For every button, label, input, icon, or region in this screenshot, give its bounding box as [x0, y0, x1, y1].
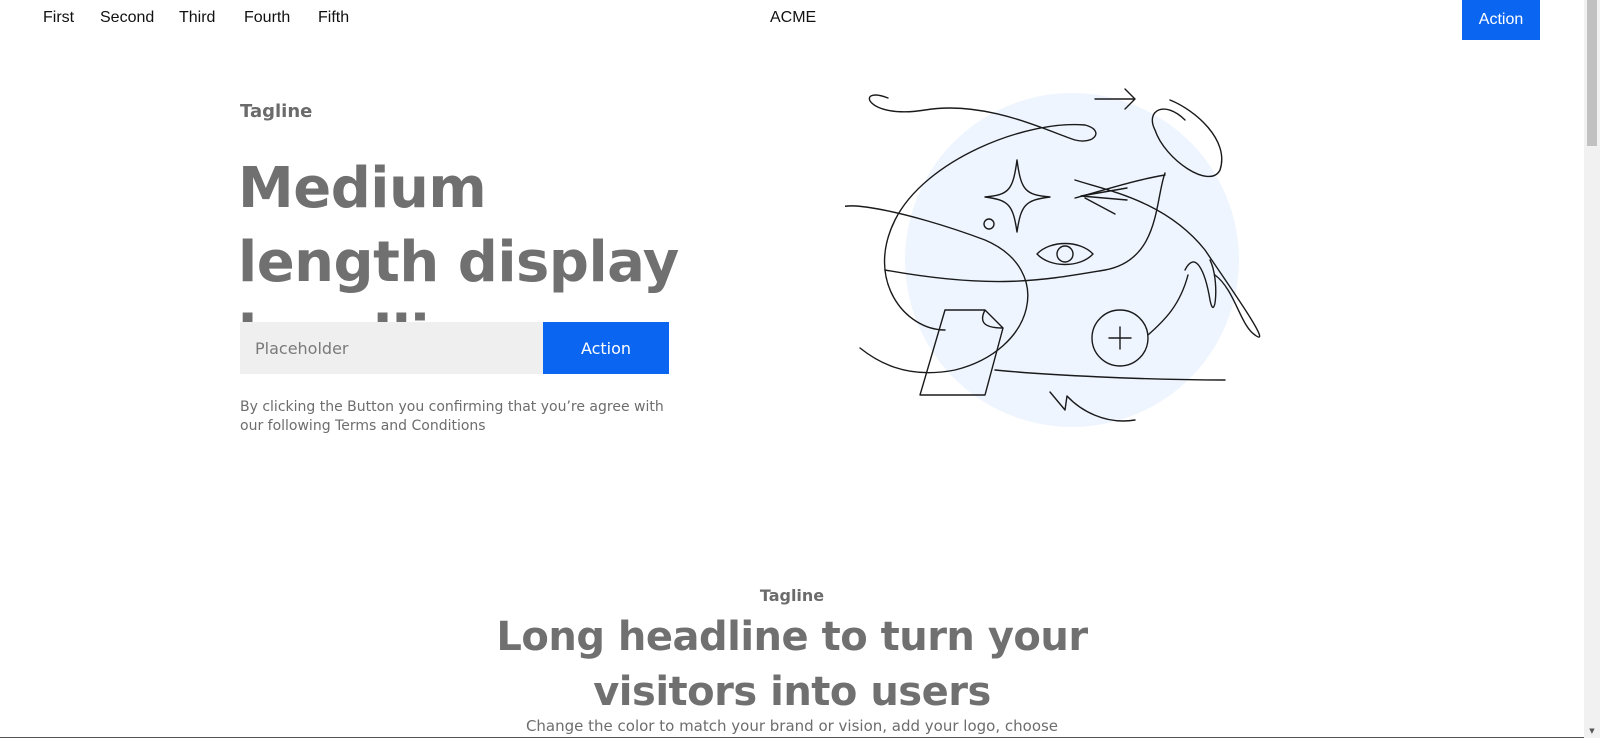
hero-tagline: Tagline — [240, 101, 313, 122]
section-body-text: Change the color to match your brand or … — [525, 717, 1059, 735]
section-headline: Long headline to turn your visitors into… — [496, 614, 1088, 715]
illustration-background-circle — [905, 93, 1239, 427]
section-tagline: Tagline — [759, 586, 825, 605]
hero-illustration — [845, 88, 1261, 427]
signup-form: Action — [240, 322, 670, 374]
scroll-thumb[interactable] — [1587, 0, 1597, 146]
nav-action-button[interactable]: Action — [1462, 0, 1540, 40]
top-nav: First Second Third Fourth Fifth ACME Act… — [0, 0, 1584, 40]
page-scrollbar[interactable]: ▲ ▼ — [1584, 0, 1600, 738]
brand-logo[interactable]: ACME — [770, 9, 816, 27]
page: First Second Third Fourth Fifth ACME Act… — [0, 0, 1584, 738]
nav-link-fourth[interactable]: Fourth — [244, 9, 290, 27]
signup-input[interactable] — [240, 322, 543, 374]
nav-link-first[interactable]: First — [43, 9, 74, 27]
nav-link-second[interactable]: Second — [100, 9, 154, 27]
nav-link-fifth[interactable]: Fifth — [318, 9, 349, 27]
scroll-down-arrow-icon[interactable]: ▼ — [1584, 724, 1600, 738]
nav-link-third[interactable]: Third — [179, 9, 215, 27]
signup-action-button[interactable]: Action — [543, 322, 669, 374]
terms-text: By clicking the Button you confirming th… — [240, 399, 664, 434]
